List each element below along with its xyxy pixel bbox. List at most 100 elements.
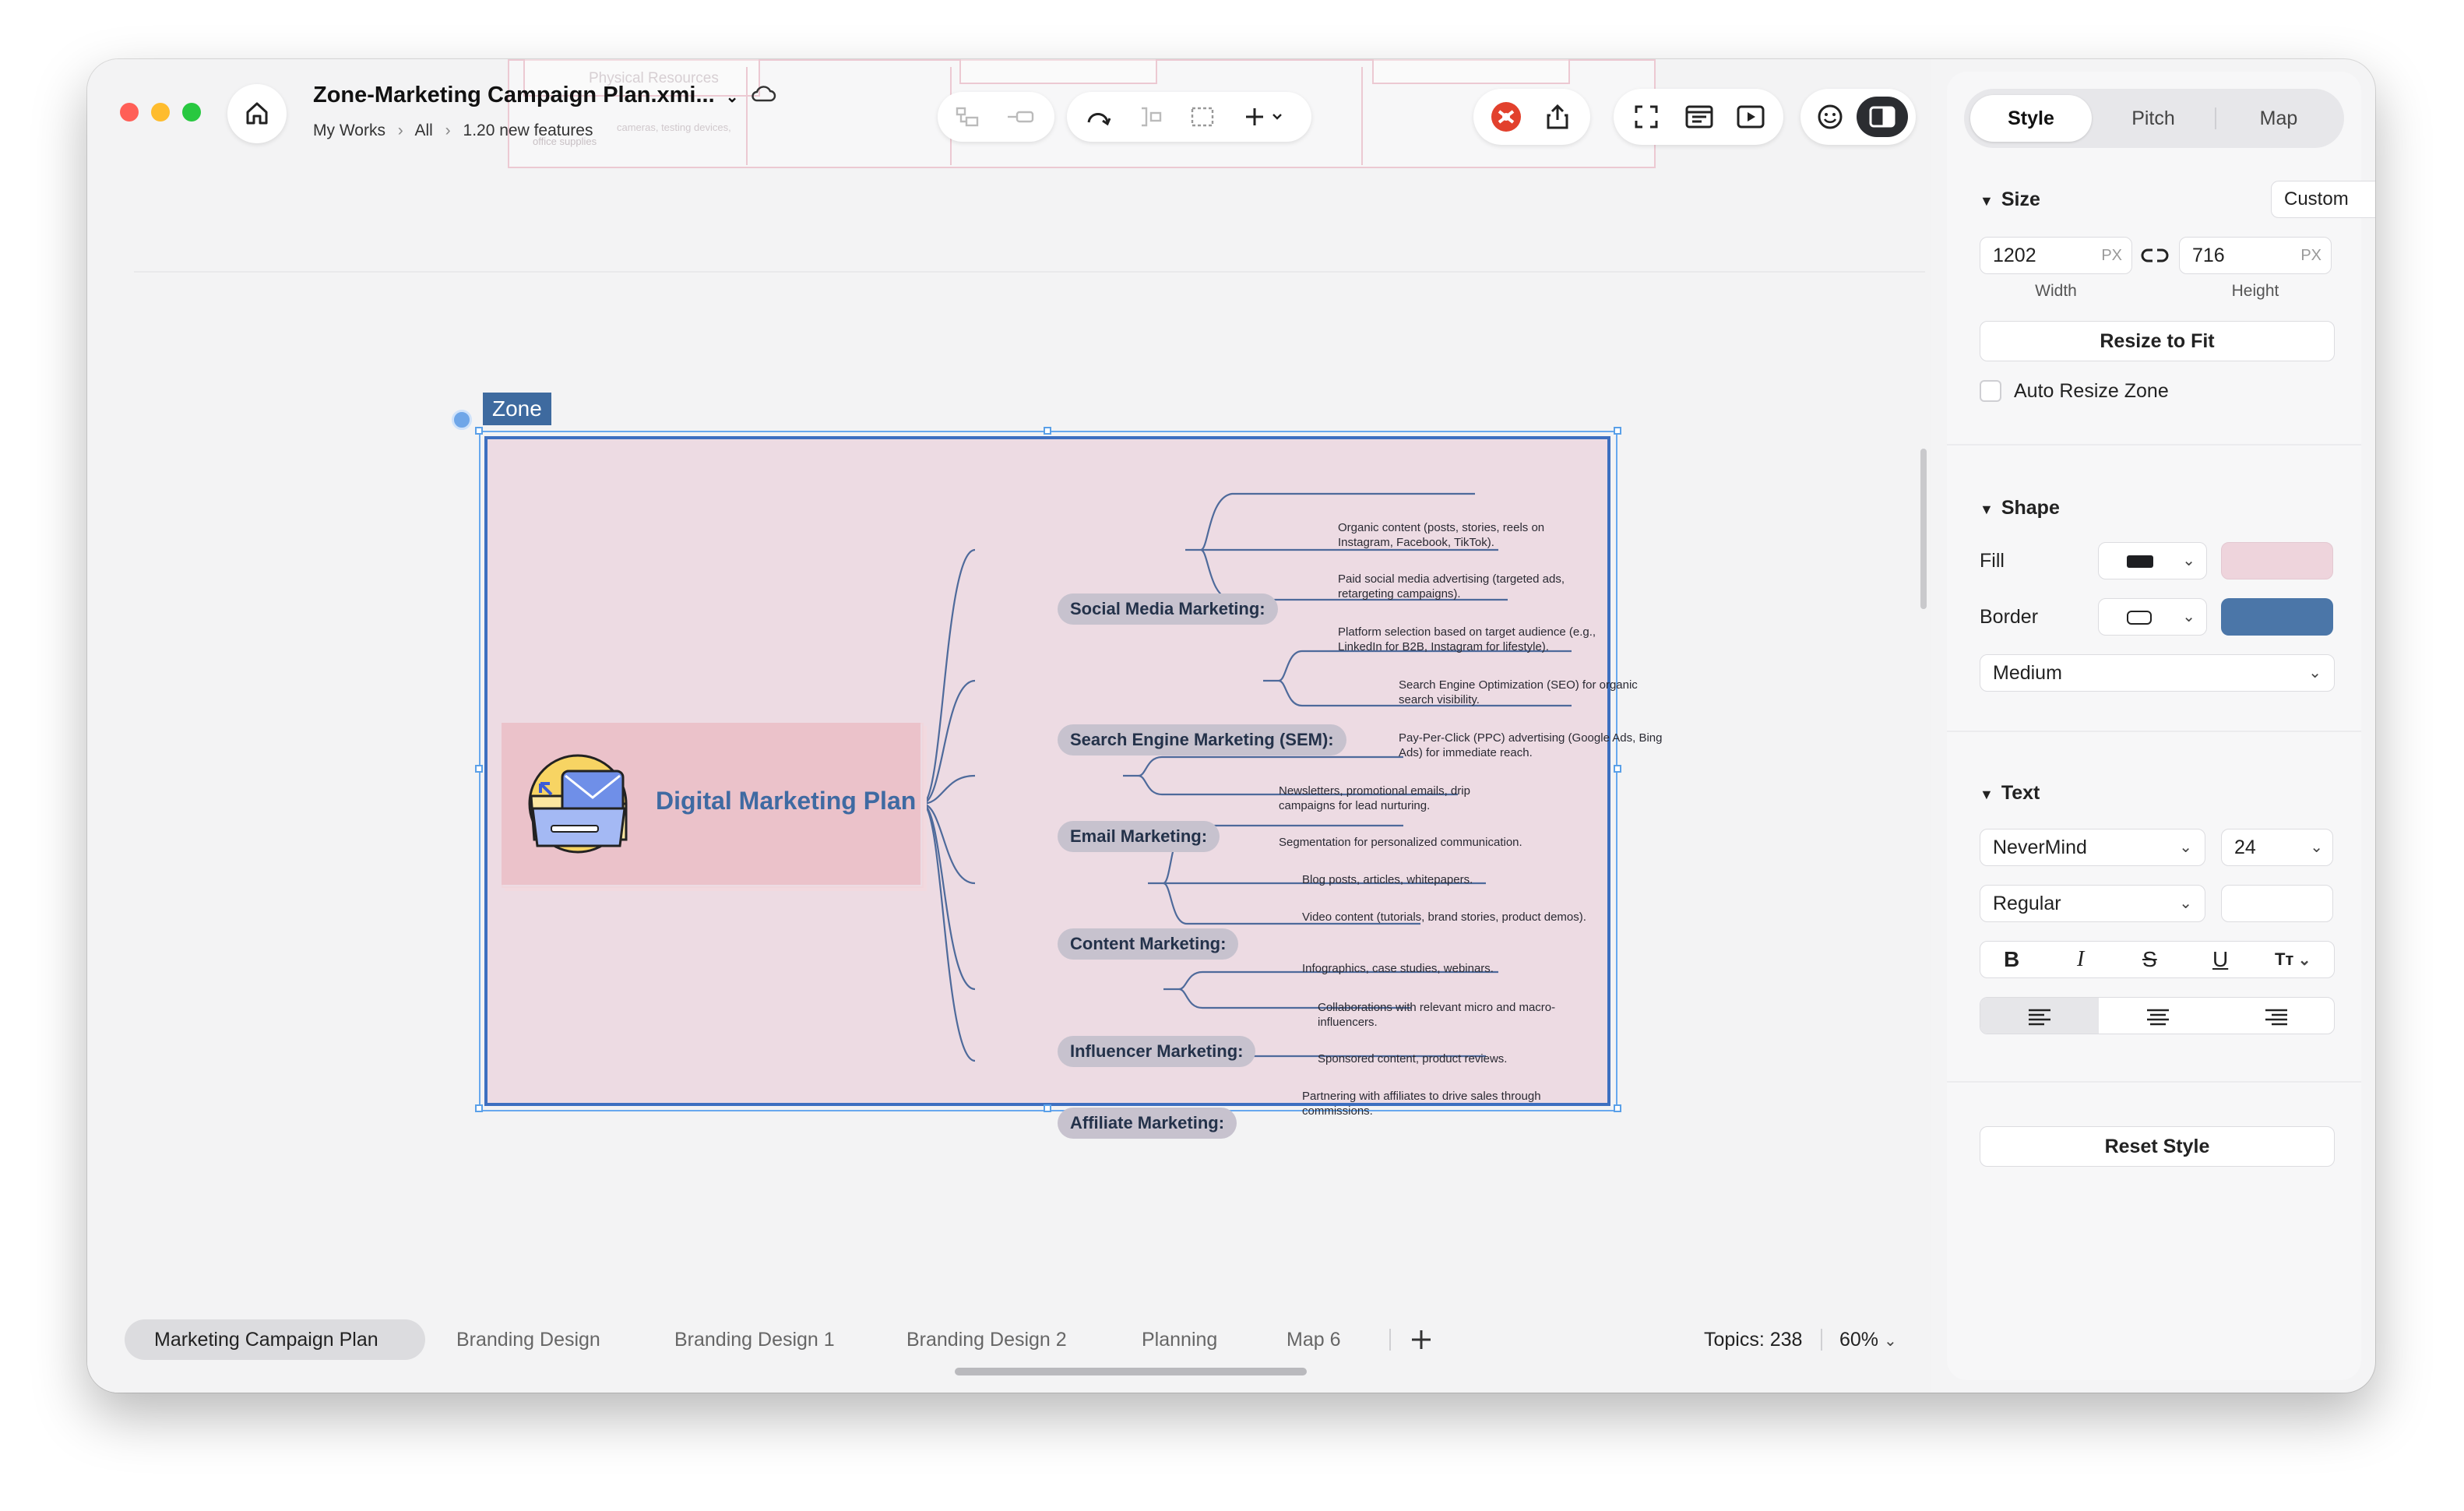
subtopic-icon[interactable] — [949, 98, 986, 136]
border-weight-select[interactable]: Medium ⌄ — [1980, 654, 2335, 692]
pitch-play-icon[interactable] — [1732, 98, 1769, 136]
font-size-select[interactable]: 24 ⌄ — [2221, 829, 2333, 866]
ghost-topic — [959, 59, 1157, 84]
subtopic[interactable]: Newsletters, promotional emails, drip ca… — [1279, 784, 1528, 813]
breadcrumb-item[interactable]: 1.20 new features — [463, 122, 593, 139]
resize-handle[interactable] — [1614, 1104, 1621, 1112]
breadcrumb: My Works › All › 1.20 new features — [313, 122, 593, 140]
subtopic[interactable]: Sponsored content, product reviews. — [1318, 1051, 1582, 1066]
vertical-scrollbar[interactable] — [1920, 449, 1927, 609]
zone-collapse-dot[interactable] — [452, 410, 472, 430]
boundary-icon[interactable] — [1184, 98, 1221, 136]
zoom-button[interactable] — [182, 103, 201, 122]
close-button[interactable] — [120, 103, 139, 122]
auto-resize-checkbox[interactable] — [1980, 380, 2001, 402]
topic-email[interactable]: Email Marketing: — [1058, 821, 1220, 852]
section-text-title[interactable]: ▼ Text — [1980, 782, 2040, 805]
sheet-tab[interactable]: Marketing Campaign Plan — [154, 1321, 378, 1358]
fill-color-swatch[interactable] — [2221, 542, 2333, 579]
sheet-tab[interactable]: Branding Design 1 — [674, 1321, 835, 1358]
topic-content[interactable]: Content Marketing: — [1058, 928, 1239, 960]
minimize-button[interactable] — [151, 103, 170, 122]
subtopic[interactable]: Blog posts, articles, whitepapers. — [1302, 872, 1559, 887]
subtopic[interactable]: Platform selection based on target audie… — [1338, 625, 1618, 654]
collaborate-icon[interactable] — [1487, 98, 1525, 136]
width-input[interactable]: 1202 PX — [1980, 237, 2132, 274]
summary-icon[interactable] — [1132, 98, 1170, 136]
topic-icon[interactable] — [1001, 98, 1039, 136]
sheet-tab[interactable]: Map 6 — [1287, 1321, 1340, 1358]
fill-label: Fill — [1980, 550, 2005, 572]
format-panel: Style Pitch Map ▼Size Custom ⌄ 1202PX 71… — [1947, 72, 2375, 1380]
format-panel-toggle[interactable] — [1857, 97, 1908, 137]
sheet-tab[interactable]: Branding Design — [456, 1321, 600, 1358]
relationship-icon[interactable] — [1079, 98, 1117, 136]
zoom-select[interactable]: 60% ⌄ — [1839, 1321, 1897, 1358]
reset-style-button[interactable]: Reset Style — [1980, 1126, 2335, 1167]
align-center-button[interactable] — [2099, 998, 2217, 1034]
ghost-divider — [746, 67, 748, 165]
sheet-tab[interactable]: Branding Design 2 — [906, 1321, 1067, 1358]
home-button[interactable] — [227, 84, 287, 143]
fill-type-select[interactable]: ⌄ — [2098, 542, 2207, 579]
subtopic[interactable]: Organic content (posts, stories, reels o… — [1338, 520, 1603, 550]
tab-pitch[interactable]: Pitch — [2095, 95, 2212, 142]
bold-button[interactable]: B — [2004, 942, 2019, 977]
add-sheet-button[interactable] — [1402, 1321, 1441, 1358]
section-shape-title[interactable]: ▼ Shape — [1980, 497, 2060, 520]
topic-social-media[interactable]: Social Media Marketing: — [1058, 593, 1278, 625]
border-type-select[interactable]: ⌄ — [2098, 598, 2207, 636]
resize-handle[interactable] — [1614, 427, 1621, 435]
subtopic[interactable]: Search Engine Optimization (SEO) for org… — [1399, 678, 1663, 707]
breadcrumb-item[interactable]: All — [414, 122, 432, 139]
strikethrough-button[interactable]: S — [2142, 942, 2157, 977]
chevron-down-icon[interactable]: ⌄ — [726, 89, 739, 106]
font-weight-select[interactable]: Regular ⌄ — [1980, 885, 2205, 922]
section-size-title[interactable]: ▼ Size — [1980, 188, 2040, 211]
subtopic[interactable]: Paid social media advertising (targeted … — [1338, 572, 1603, 601]
border-color-swatch[interactable] — [2221, 598, 2333, 636]
resize-handle[interactable] — [1044, 427, 1051, 435]
fullscreen-icon[interactable] — [1628, 98, 1665, 136]
subtopic[interactable]: Collaborations with relevant micro and m… — [1318, 1000, 1606, 1030]
text-color-swatch[interactable] — [2221, 885, 2333, 922]
horizontal-scrollbar[interactable] — [955, 1368, 1307, 1375]
sheet-tab[interactable]: Planning — [1142, 1321, 1217, 1358]
resize-handle[interactable] — [1614, 765, 1621, 773]
subtopic[interactable]: Pay-Per-Click (PPC) advertising (Google … — [1399, 731, 1671, 760]
size-preset-select[interactable]: Custom ⌄ — [2271, 181, 2375, 218]
resize-handle[interactable] — [475, 765, 483, 773]
triangle-down-icon: ▼ — [1980, 193, 1994, 209]
outline-icon[interactable] — [1681, 98, 1718, 136]
resize-handle[interactable] — [475, 1104, 483, 1112]
breadcrumb-item[interactable]: My Works — [313, 122, 385, 139]
underline-button[interactable]: U — [2212, 942, 2228, 977]
subtopic[interactable]: Partnering with affiliates to drive sale… — [1302, 1089, 1598, 1118]
zone-label[interactable]: Zone — [483, 393, 551, 425]
resize-to-fit-button[interactable]: Resize to Fit — [1980, 321, 2335, 361]
text-case-button[interactable]: Tт ⌄ — [2275, 942, 2311, 978]
subtopic[interactable]: Video content (tutorials, brand stories,… — [1302, 910, 1598, 925]
subtopic[interactable]: Segmentation for personalized communicat… — [1279, 835, 1590, 850]
tab-divider — [1389, 1329, 1391, 1351]
topic-affiliate[interactable]: Affiliate Marketing: — [1058, 1108, 1237, 1139]
resize-handle[interactable] — [1044, 1104, 1051, 1112]
resize-handle[interactable] — [475, 427, 483, 435]
height-input[interactable]: 716 PX — [2179, 237, 2332, 274]
cloud-icon[interactable] — [750, 85, 776, 104]
document-title[interactable]: Zone-Marketing Campaign Plan.xmi... ⌄ — [313, 83, 776, 108]
font-family-select[interactable]: NeverMind ⌄ — [1980, 829, 2205, 866]
subtopic[interactable]: Infographics, case studies, webinars. — [1302, 961, 1567, 976]
topic-influencer[interactable]: Influencer Marketing: — [1058, 1036, 1256, 1067]
mind-map-canvas[interactable]: Physical Resources cameras, testing devi… — [87, 59, 1931, 1393]
topic-sem[interactable]: Search Engine Marketing (SEM): — [1058, 724, 1346, 756]
sticker-icon[interactable] — [1811, 98, 1849, 136]
insert-plus-icon[interactable] — [1238, 98, 1293, 136]
tab-map[interactable]: Map — [2218, 95, 2339, 142]
align-left-button[interactable] — [1980, 998, 2099, 1034]
align-right-button[interactable] — [2217, 998, 2334, 1034]
italic-button[interactable]: I — [2077, 942, 2084, 977]
link-icon[interactable] — [2140, 246, 2170, 265]
share-icon[interactable] — [1539, 98, 1576, 136]
tab-style[interactable]: Style — [1970, 95, 2092, 142]
